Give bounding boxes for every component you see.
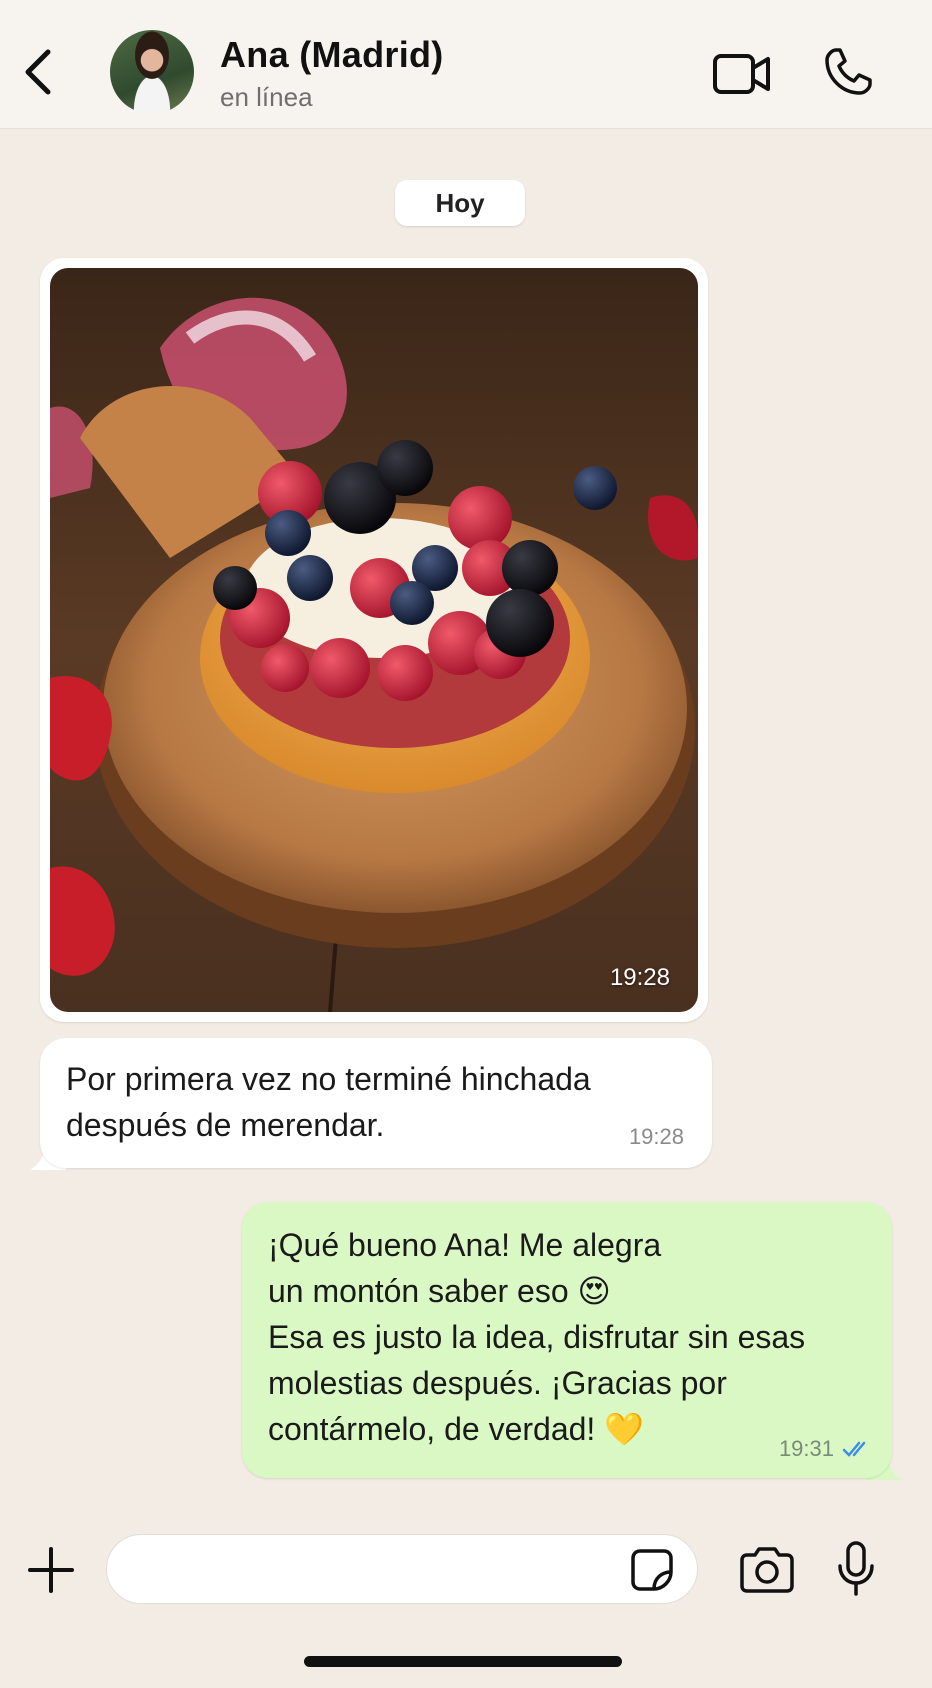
contact-name[interactable]: Ana (Madrid) [220,34,444,76]
message-meta: 19:31 [779,1436,872,1462]
microphone-button[interactable] [836,1540,876,1598]
sticker-icon [631,1549,673,1591]
message-text: ¡Qué bueno Ana! Me alegra un montón sabe… [268,1227,806,1447]
outgoing-message[interactable]: ¡Qué bueno Ana! Me alegra un montón sabe… [242,1202,892,1478]
home-indicator[interactable] [304,1656,622,1667]
video-camera-icon [713,54,770,94]
sticker-button[interactable] [630,1548,674,1592]
double-check-icon [842,1441,866,1457]
berry-tart-image [50,268,698,1012]
image-message: 19:28 [40,258,708,1022]
video-call-button[interactable] [712,50,772,98]
camera-icon [740,1547,794,1593]
phone-icon [825,48,872,95]
contact-status: en línea [220,82,313,112]
message-time: 19:28 [609,964,670,991]
dessert-photo[interactable]: 19:28 [50,268,698,1012]
back-arrow-icon [25,49,51,95]
microphone-icon [838,1541,874,1596]
back-button[interactable] [18,44,58,100]
attach-button[interactable] [26,1545,76,1595]
message-text: Por primera vez no terminé hinchada desp… [66,1061,591,1143]
incoming-message[interactable]: Por primera vez no terminé hinchada desp… [40,1038,712,1168]
voice-call-button[interactable] [822,46,874,98]
chat-header: Ana (Madrid) en línea [0,0,932,129]
camera-button[interactable] [738,1546,796,1594]
message-time: 19:28 [628,1124,684,1149]
plus-icon [28,1547,74,1593]
date-separator: Hoy [395,180,525,226]
message-input[interactable] [106,1534,698,1604]
message-time: 19:31 [778,1436,834,1461]
avatar[interactable] [110,30,194,114]
